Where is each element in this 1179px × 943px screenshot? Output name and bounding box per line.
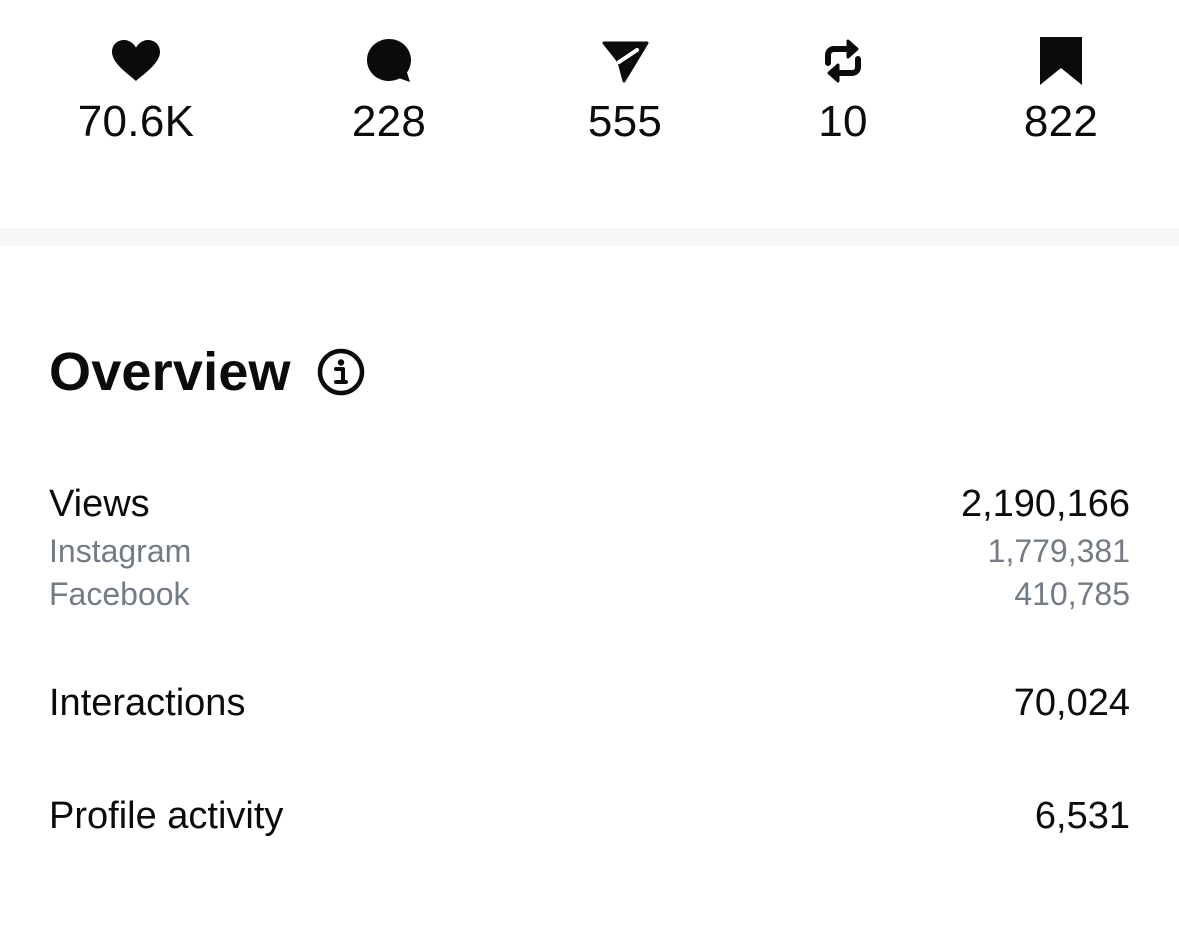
instagram-views-row: Instagram 1,779,381 <box>49 531 1130 571</box>
shares-count: 555 <box>587 97 663 146</box>
instagram-value: 1,779,381 <box>987 533 1130 569</box>
interactions-row[interactable]: Interactions 70,024 <box>49 681 1130 725</box>
instagram-label: Instagram <box>49 533 192 569</box>
reposts-count: 10 <box>818 97 868 146</box>
saves-stat[interactable]: 822 <box>961 34 1161 148</box>
repost-icon <box>816 34 870 88</box>
views-value: 2,190,166 <box>960 483 1130 525</box>
interactions-value: 70,024 <box>1013 682 1130 724</box>
engagement-stats-bar: 70.6K 228 555 10 822 <box>0 0 1179 228</box>
facebook-value: 410,785 <box>1014 576 1130 612</box>
comment-icon <box>362 34 416 88</box>
bookmark-icon <box>1034 34 1088 88</box>
section-divider <box>0 228 1179 246</box>
comments-count: 228 <box>351 97 427 146</box>
profile-activity-value: 6,531 <box>1034 795 1130 837</box>
facebook-views-row: Facebook 410,785 <box>49 574 1130 614</box>
saves-count: 822 <box>1023 97 1099 146</box>
profile-activity-label: Profile activity <box>49 795 284 837</box>
views-label: Views <box>49 483 150 525</box>
views-row[interactable]: Views 2,190,166 <box>49 482 1130 526</box>
interactions-label: Interactions <box>49 682 246 724</box>
reposts-stat[interactable]: 10 <box>743 34 943 148</box>
info-icon[interactable] <box>317 348 365 396</box>
likes-count: 70.6K <box>77 97 195 146</box>
overview-header: Overview <box>49 340 365 404</box>
shares-stat[interactable]: 555 <box>525 34 725 148</box>
share-icon <box>598 34 652 88</box>
comments-stat[interactable]: 228 <box>289 34 489 148</box>
likes-stat[interactable]: 70.6K <box>36 34 236 148</box>
facebook-label: Facebook <box>49 576 190 612</box>
profile-activity-row[interactable]: Profile activity 6,531 <box>49 794 1130 838</box>
heart-icon <box>109 34 163 88</box>
overview-title: Overview <box>49 342 291 402</box>
